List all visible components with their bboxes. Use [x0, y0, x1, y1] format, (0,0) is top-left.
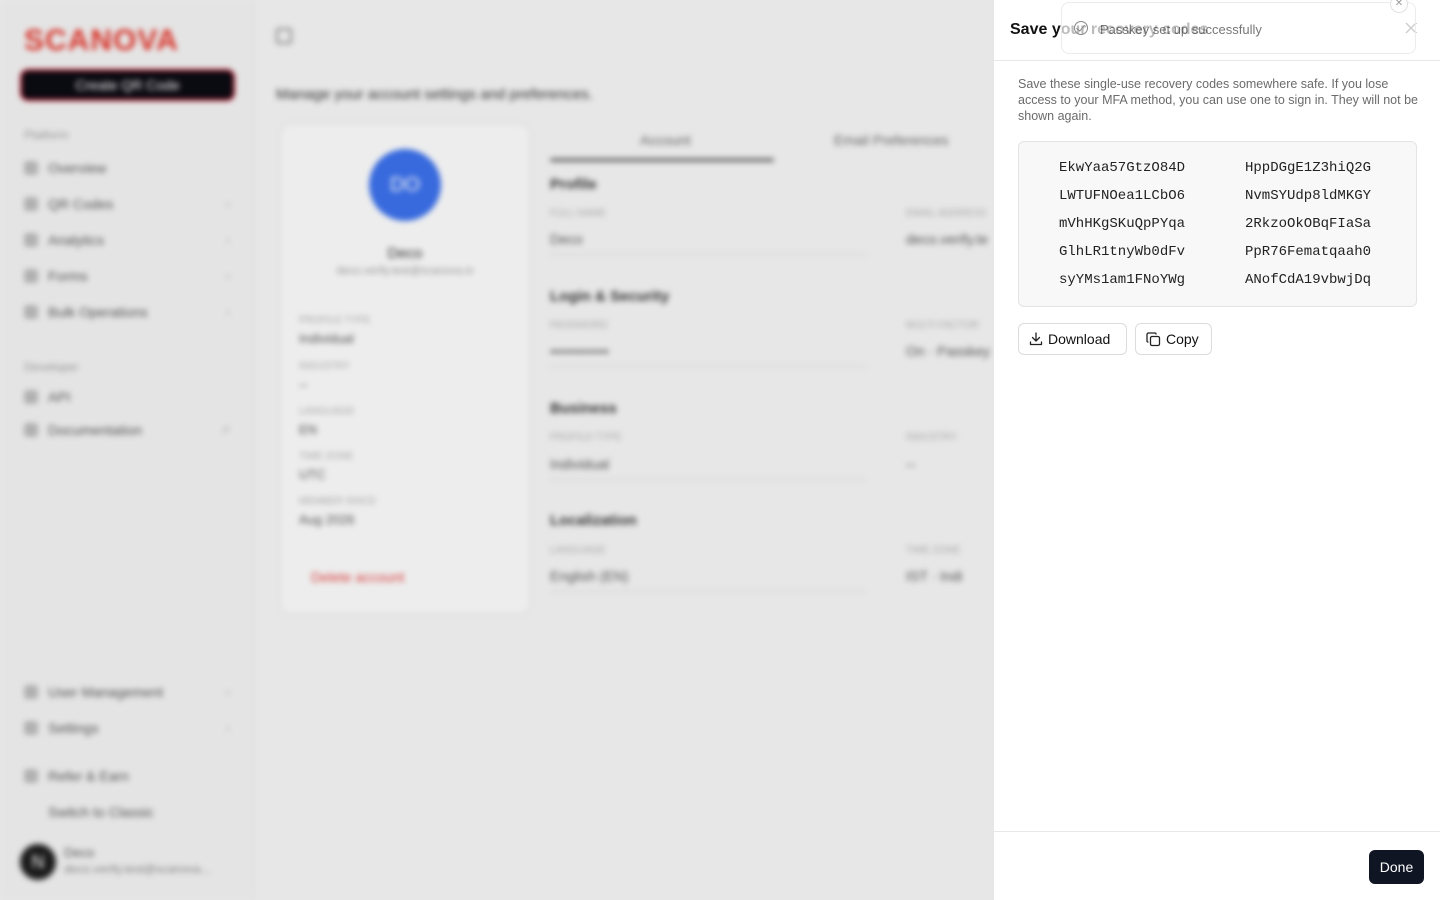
- recovery-code: ANofCdA19vbwjDq: [1245, 272, 1372, 288]
- toast-message: Passkey set up successfully: [1100, 22, 1262, 37]
- download-label: Download: [1048, 331, 1111, 347]
- recovery-codes-list: EkwYaa57GtzO84D HppDGgE1Z3hiQ2G LWTUFNOe…: [1018, 141, 1417, 307]
- recovery-code: syYMs1am1FNoYWg: [1059, 272, 1186, 288]
- copy-button[interactable]: Copy: [1135, 323, 1212, 355]
- recovery-code: NvmSYUdp8ldMKGY: [1245, 188, 1372, 204]
- download-icon: [1029, 332, 1043, 346]
- recovery-code: mVhHKgSKuQpPYqa: [1059, 216, 1186, 232]
- recovery-code: GlhLR1tnyWb0dFv: [1059, 244, 1186, 260]
- sheet-footer: Done: [994, 831, 1440, 900]
- recovery-codes-sheet: Save your recovery codes Save these sing…: [993, 0, 1440, 900]
- download-button[interactable]: Download: [1018, 323, 1127, 355]
- copy-label: Copy: [1166, 331, 1199, 347]
- toast-notification: Passkey set up successfully ✕: [1061, 0, 1416, 54]
- recovery-code: HppDGgE1Z3hiQ2G: [1245, 160, 1372, 176]
- sheet-description: Save these single-use recovery codes som…: [1018, 77, 1418, 123]
- recovery-code: PpR76Fematqaah0: [1245, 244, 1372, 260]
- done-label: Done: [1379, 859, 1414, 875]
- done-button[interactable]: Done: [1369, 850, 1424, 884]
- recovery-code: LWTUFNOea1LCbO6: [1059, 188, 1186, 204]
- recovery-code: EkwYaa57GtzO84D: [1059, 160, 1186, 176]
- check-circle-icon: [1074, 21, 1088, 35]
- copy-icon: [1146, 331, 1161, 346]
- recovery-code: 2RkzoOkOBqFIaSa: [1245, 216, 1372, 232]
- toast-close-icon[interactable]: ✕: [1390, 0, 1408, 13]
